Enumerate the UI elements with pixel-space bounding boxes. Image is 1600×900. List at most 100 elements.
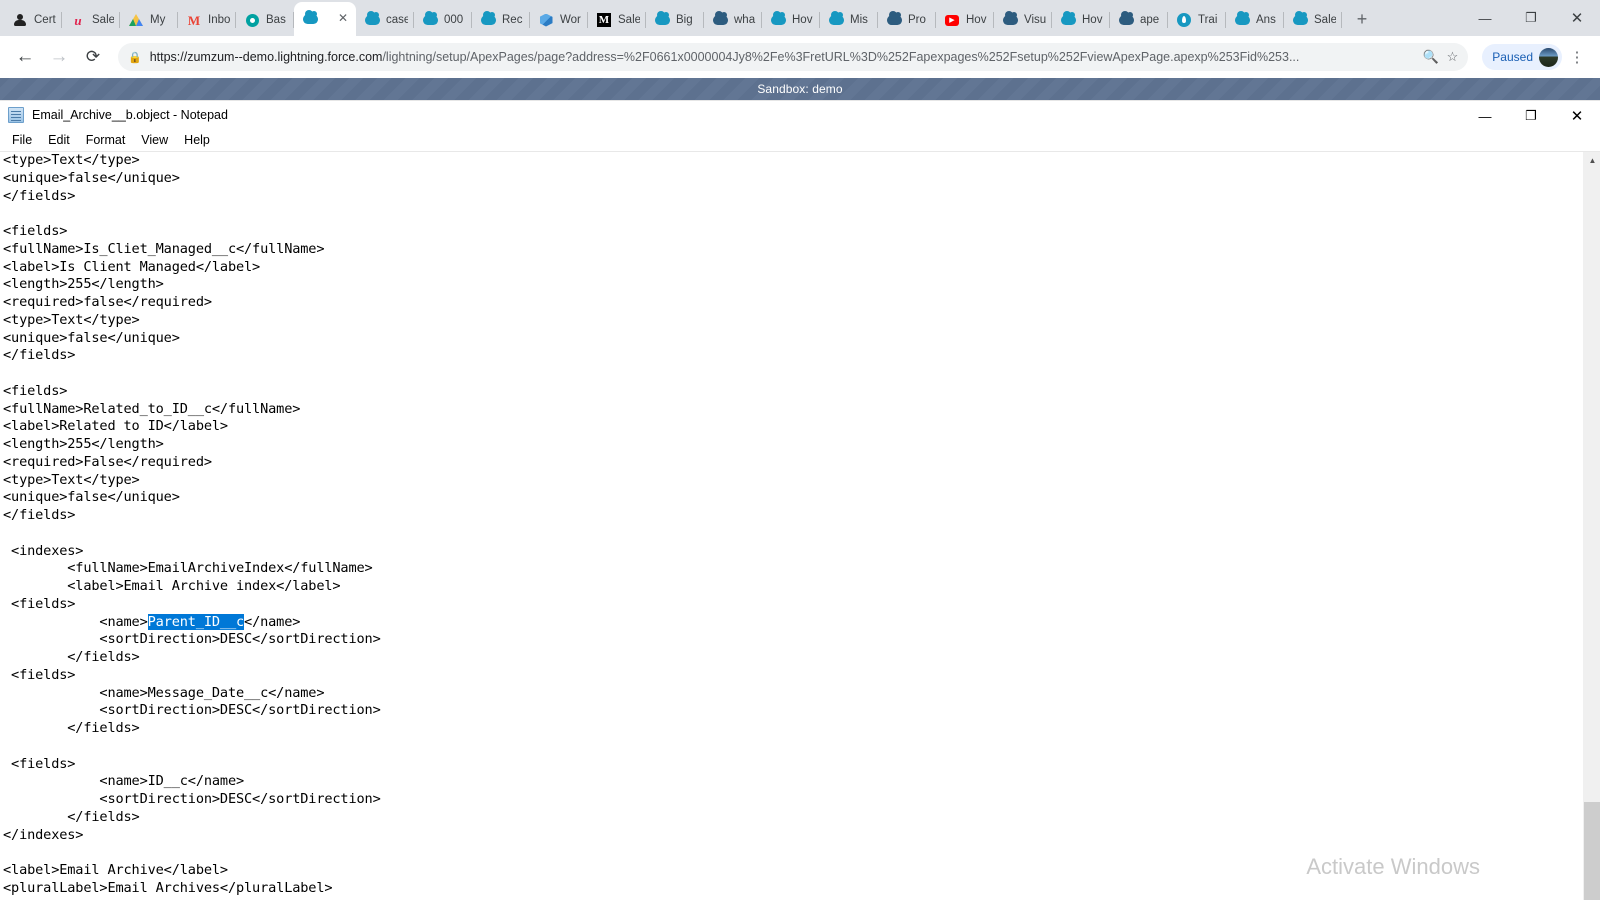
browser-tab[interactable]: Bas (236, 4, 294, 36)
browser-tab-label: wha (734, 14, 756, 26)
dark-cloud-icon (712, 11, 728, 28)
browser-tab[interactable]: Sale (1284, 4, 1342, 36)
notepad-icon (8, 107, 24, 123)
browser-tab[interactable]: ▶ Hov (936, 4, 994, 36)
salesforce-cloud-icon (364, 11, 380, 28)
notepad-vertical-scrollbar[interactable]: ▲ (1583, 152, 1600, 900)
cube-icon (538, 12, 554, 28)
salesforce-cloud-icon (480, 11, 496, 28)
browser-tab[interactable]: Hov (1052, 4, 1110, 36)
browser-close-button[interactable]: ✕ (1554, 0, 1600, 36)
salesforce-cloud-icon (1060, 11, 1076, 28)
salesforce-cloud-icon (770, 11, 786, 28)
notepad-text-area[interactable]: <type>Text</type> <unique>false</unique>… (3, 152, 1582, 900)
salesforce-cloud-icon (654, 11, 670, 28)
youtube-icon: ▶ (944, 12, 960, 28)
browser-tab-label: Hov (792, 14, 813, 26)
salesforce-cloud-icon (1234, 11, 1250, 28)
notepad-menu-help[interactable]: Help (176, 131, 218, 149)
salesforce-cloud-icon (422, 11, 438, 28)
browser-toolbar: ← → ⟳ 🔒 https://zumzum--demo.lightning.f… (0, 36, 1600, 78)
person-icon (12, 12, 28, 28)
medium-icon: M (597, 13, 611, 27)
notepad-text-before-selection: <type>Text</type> <unique>false</unique>… (3, 152, 373, 630)
browser-maximize-button[interactable]: ❐ (1508, 0, 1554, 36)
browser-tab-label: Mis (850, 14, 868, 26)
browser-window-controls: — ❐ ✕ (1462, 0, 1600, 36)
sandbox-banner: Sandbox: demo (0, 78, 1600, 100)
browser-tab-label: Sale (618, 14, 640, 26)
browser-tab-label: ape (1140, 14, 1160, 26)
browser-tab[interactable]: Ans (1226, 4, 1284, 36)
salesforce-cloud-icon (828, 11, 844, 28)
browser-tab-label: Ans (1256, 14, 1276, 26)
notepad-window: Email_Archive__b.object - Notepad — ❐ ✕ … (0, 100, 1600, 900)
salesforce-cloud-icon (302, 10, 318, 27)
address-bar[interactable]: 🔒 https://zumzum--demo.lightning.force.c… (118, 43, 1469, 71)
browser-tab[interactable]: ✕ (294, 2, 356, 36)
browser-tab[interactable]: u Sale (62, 4, 120, 36)
pin-icon (244, 12, 260, 28)
browser-tab[interactable]: My (120, 4, 178, 36)
reload-button[interactable]: ⟳ (78, 42, 108, 72)
profile-paused-label: Paused (1492, 50, 1533, 64)
browser-tab[interactable]: M Inbo (178, 4, 236, 36)
browser-tab[interactable]: Pro (878, 4, 936, 36)
new-tab-button[interactable]: + (1348, 5, 1376, 33)
notepad-menu-bar: File Edit Format View Help (0, 129, 1600, 151)
notepad-window-controls: — ❐ ✕ (1462, 101, 1600, 131)
browser-tab[interactable]: M Sale (588, 4, 646, 36)
browser-tab-label: Rec (502, 14, 523, 26)
profile-button[interactable]: Paused (1482, 44, 1562, 70)
browser-tab-label: My (150, 14, 166, 26)
tab-close-icon[interactable]: ✕ (336, 12, 350, 26)
notepad-menu-file[interactable]: File (7, 131, 40, 149)
browser-tab[interactable]: Trai (1168, 4, 1226, 36)
tab-list: Cert u Sale My M Inbo Bas ✕ case 000 Rec Wor M Sale Bi… (4, 2, 1342, 36)
notepad-close-button[interactable]: ✕ (1554, 101, 1600, 131)
browser-tab[interactable]: case (356, 4, 414, 36)
avatar (1539, 47, 1558, 67)
browser-tab[interactable]: Visu (994, 4, 1052, 36)
scrollbar-thumb[interactable] (1584, 802, 1600, 900)
browser-tab-label: Sale (92, 14, 114, 26)
trailhead-icon (1176, 12, 1192, 28)
browser-tab[interactable]: Wor (530, 4, 588, 36)
notepad-menu-format[interactable]: Format (78, 131, 134, 149)
browser-minimize-button[interactable]: — (1462, 0, 1508, 36)
forward-button[interactable]: → (44, 42, 74, 72)
dark-cloud-icon (1118, 11, 1134, 28)
notepad-title-bar: Email_Archive__b.object - Notepad — ❐ ✕ (0, 101, 1600, 129)
notepad-menu-edit[interactable]: Edit (40, 131, 78, 149)
search-icon[interactable]: 🔍 (1422, 49, 1438, 65)
url-text: https://zumzum--demo.lightning.force.com… (149, 50, 1300, 64)
notepad-body: <type>Text</type> <unique>false</unique>… (0, 151, 1600, 900)
browser-tab-label: Inbo (208, 14, 230, 26)
browser-tab[interactable]: Cert (4, 4, 62, 36)
browser-tab-label: Big (676, 14, 693, 26)
salesforce-cloud-icon (1292, 11, 1308, 28)
browser-tab[interactable]: Hov (762, 4, 820, 36)
browser-tab[interactable]: 000 (414, 4, 472, 36)
browser-tab-label: Hov (966, 14, 987, 26)
notepad-title: Email_Archive__b.object - Notepad (32, 108, 228, 122)
browser-tab[interactable]: wha (704, 4, 762, 36)
scroll-up-arrow-icon[interactable]: ▲ (1584, 152, 1600, 169)
back-button[interactable]: ← (10, 42, 40, 72)
kebab-menu-icon[interactable]: ⋮ (1564, 42, 1590, 72)
browser-tab-label: Hov (1082, 14, 1103, 26)
browser-tab-label: 000 (444, 14, 464, 26)
notepad-menu-view[interactable]: View (133, 131, 176, 149)
notepad-selected-text[interactable]: Parent_ID__c (147, 613, 244, 630)
browser-tab[interactable]: Big (646, 4, 704, 36)
notepad-maximize-button[interactable]: ❐ (1508, 101, 1554, 131)
browser-tab[interactable]: Rec (472, 4, 530, 36)
browser-tab[interactable]: Mis (820, 4, 878, 36)
browser-tab-label: Bas (266, 14, 286, 26)
browser-tab[interactable]: ape (1110, 4, 1168, 36)
browser-tab-label: case (386, 14, 408, 26)
notepad-minimize-button[interactable]: — (1462, 101, 1508, 131)
star-icon[interactable]: ☆ (1447, 49, 1459, 65)
chrome-browser-window: Cert u Sale My M Inbo Bas ✕ case 000 Rec Wor M Sale Bi… (0, 0, 1600, 900)
lock-icon: 🔒 (128, 51, 142, 64)
